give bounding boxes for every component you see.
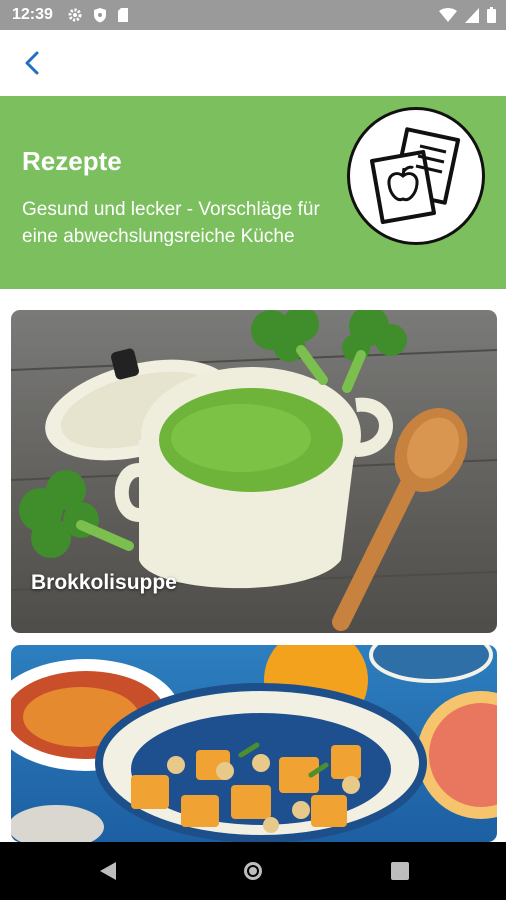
page-subtitle: Gesund und lecker - Vorschläge für eine … — [22, 199, 320, 247]
wifi-icon — [439, 7, 457, 22]
sd-card-icon — [117, 8, 128, 22]
navigation-bar — [0, 842, 506, 900]
signal-icon — [465, 7, 479, 23]
recipe-card-2[interactable] — [11, 645, 497, 842]
recipe-card-brokkolisuppe[interactable]: Brokkolisuppe — [11, 310, 497, 633]
status-bar: 12:39 — [0, 0, 506, 30]
gear-icon — [68, 8, 82, 22]
recipe-card-title: Brokkolisuppe — [31, 571, 177, 594]
top-app-bar — [0, 30, 506, 96]
chevron-left-icon[interactable] — [18, 48, 48, 78]
shield-icon — [93, 8, 106, 23]
home-circle-icon[interactable] — [241, 859, 265, 883]
status-time: 12:39 — [12, 6, 53, 23]
recipe-photo-chickpea-squash — [11, 645, 497, 842]
recipe-cards-apple-icon — [347, 107, 485, 245]
recents-square-icon[interactable] — [388, 859, 412, 883]
battery-icon — [487, 7, 496, 23]
back-triangle-icon[interactable] — [96, 859, 120, 883]
page-title: Rezepte — [22, 146, 122, 176]
